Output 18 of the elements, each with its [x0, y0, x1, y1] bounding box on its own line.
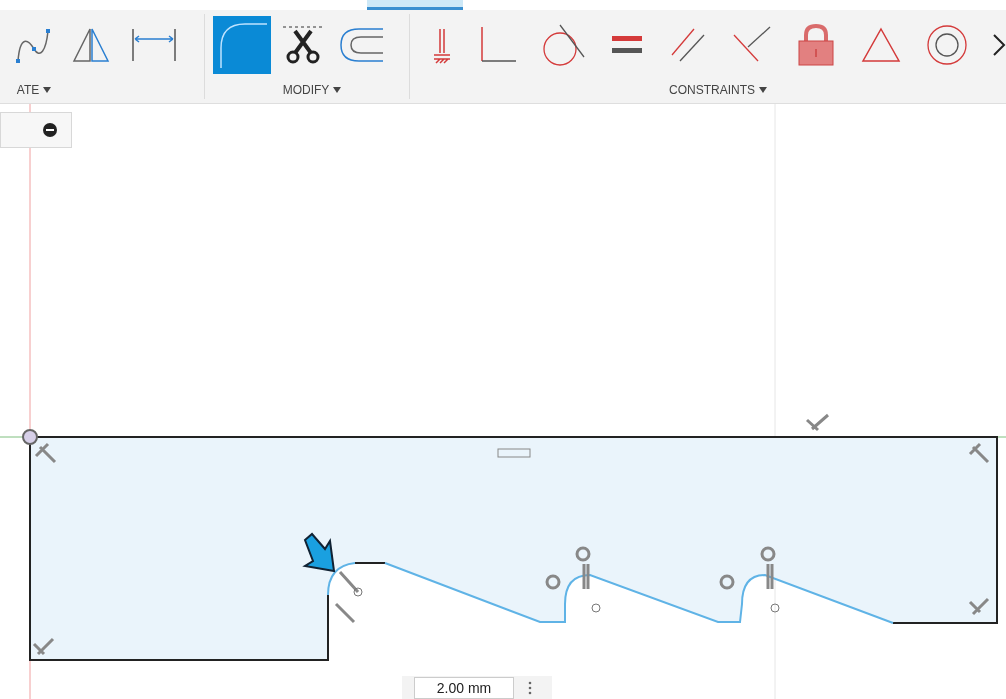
- input-field[interactable]: 2.00 mm: [414, 677, 514, 699]
- minus-circle-icon[interactable]: [43, 123, 57, 137]
- cursor-arrow-icon: [302, 532, 336, 573]
- group-label[interactable]: CONSTRAINTS: [669, 81, 755, 99]
- lock-icon: [796, 22, 836, 67]
- caret-icon[interactable]: [333, 87, 342, 93]
- caret-icon[interactable]: [43, 87, 52, 93]
- perpendicular-icon: [478, 24, 518, 65]
- ruler-icon: [497, 448, 531, 458]
- tangent-icon: [542, 22, 586, 67]
- fillet-icon: [215, 17, 269, 72]
- group-label[interactable]: MODIFY: [282, 81, 330, 99]
- active-tab-strip[interactable]: [367, 0, 463, 10]
- more-icon[interactable]: [528, 680, 532, 696]
- caret-icon[interactable]: [759, 87, 767, 93]
- concentric-icon: [926, 23, 968, 66]
- origin-icon: [22, 429, 38, 445]
- group-label[interactable]: ATE: [16, 81, 40, 99]
